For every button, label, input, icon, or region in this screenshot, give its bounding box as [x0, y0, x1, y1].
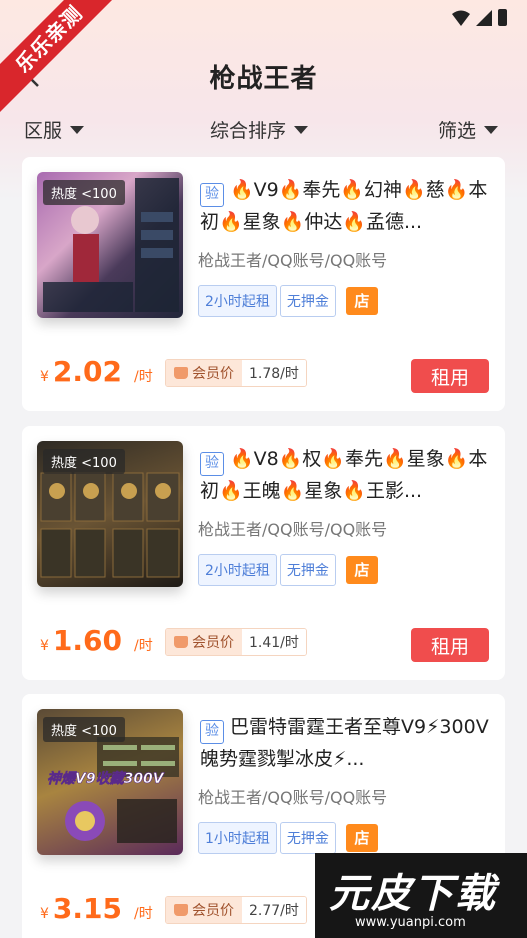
- member-price: 会员价 2.77/时: [165, 896, 307, 924]
- status-icons: [452, 9, 507, 26]
- listing-title[interactable]: 验巴雷特雷霆王者至尊V9⚡300V魄势霆戮掣冰皮⚡...: [200, 712, 492, 774]
- currency-symbol: ¥: [40, 369, 49, 385]
- watermark-url: www.yuanpi.com: [355, 915, 466, 930]
- verified-icon: 验: [200, 183, 224, 207]
- listing-category: 枪战王者/QQ账号/QQ账号: [198, 251, 388, 270]
- member-label-text: 会员价: [192, 903, 234, 919]
- thumbnail-caption: 神爆V9收藏300V: [47, 770, 165, 787]
- listing-title-text: 🔥V8🔥权🔥奉先🔥星象🔥本初🔥王魄🔥星象🔥王影...: [200, 448, 488, 502]
- listing-price: ¥ 3.15 /时: [40, 892, 153, 925]
- listing-title-text: 巴雷特雷霆王者至尊V9⚡300V魄势霆戮掣冰皮⚡...: [200, 716, 489, 770]
- listing-tags: 2小时起租 无押金 店: [198, 285, 378, 317]
- listing-category: 枪战王者/QQ账号/QQ账号: [198, 788, 388, 807]
- tag-min-rent: 2小时起租: [198, 285, 277, 317]
- heat-badge: 热度 <100: [43, 717, 125, 742]
- listing-title[interactable]: 验 🔥V8🔥权🔥奉先🔥星象🔥本初🔥王魄🔥星象🔥王影...: [200, 444, 492, 506]
- tag-min-rent: 2小时起租: [198, 554, 277, 586]
- caret-down-icon: [70, 125, 85, 134]
- price-unit: /时: [134, 638, 153, 654]
- listing-card[interactable]: 热度 <100 验 🔥V9🔥奉先🔥幻神🔥慈🔥本初🔥星象🔥仲达🔥孟德... 枪战王者…: [22, 157, 505, 411]
- wifi-icon: [452, 10, 470, 26]
- watermark-text: 元皮下载: [329, 871, 497, 917]
- battery-icon: [498, 9, 507, 26]
- listing-tags: 1小时起租 无押金 店: [198, 822, 378, 854]
- currency-symbol: ¥: [40, 906, 49, 922]
- rent-button[interactable]: 租用: [411, 628, 489, 662]
- filter-sort[interactable]: 综合排序: [210, 116, 309, 143]
- price-unit: /时: [134, 906, 153, 922]
- listing-thumbnail: 神爆V9收藏300V 热度 <100: [37, 709, 183, 855]
- member-price: 会员价 1.78/时: [165, 359, 307, 387]
- filter-screen[interactable]: 筛选: [438, 116, 499, 143]
- filter-server-label: 区服: [24, 120, 63, 142]
- filter-server[interactable]: 区服: [24, 116, 85, 143]
- heat-badge: 热度 <100: [43, 180, 125, 205]
- listing-thumbnail: 热度 <100: [37, 441, 183, 587]
- verified-icon: 验: [200, 720, 224, 744]
- member-price-value: 2.77/时: [242, 897, 306, 923]
- shop-badge[interactable]: 店: [345, 287, 378, 315]
- page-title: 枪战王者: [209, 64, 318, 94]
- price-value: 1.60: [52, 624, 123, 657]
- member-price-value: 1.78/时: [242, 360, 306, 386]
- listing-price: ¥ 2.02 /时: [40, 355, 153, 388]
- member-price-value: 1.41/时: [242, 629, 306, 655]
- tag-no-deposit: 无押金: [279, 285, 336, 317]
- listing-title[interactable]: 验 🔥V9🔥奉先🔥幻神🔥慈🔥本初🔥星象🔥仲达🔥孟德...: [200, 175, 492, 237]
- filter-sort-label: 综合排序: [210, 120, 287, 142]
- caret-down-icon: [484, 125, 499, 134]
- shop-badge[interactable]: 店: [345, 556, 378, 584]
- tag-no-deposit: 无押金: [279, 822, 336, 854]
- crown-icon: [174, 636, 188, 648]
- rent-button[interactable]: 租用: [411, 359, 489, 393]
- signal-icon: [476, 10, 492, 26]
- verified-icon: 验: [200, 452, 224, 476]
- member-label-text: 会员价: [192, 366, 234, 382]
- tag-no-deposit: 无押金: [279, 554, 336, 586]
- tag-min-rent: 1小时起租: [198, 822, 277, 854]
- member-label: 会员价: [166, 360, 242, 386]
- watermark-logo: 元皮下载 www.yuanpi.com: [315, 853, 527, 938]
- currency-symbol: ¥: [40, 638, 49, 654]
- listing-card[interactable]: 热度 <100 验 🔥V8🔥权🔥奉先🔥星象🔥本初🔥王魄🔥星象🔥王影... 枪战王者…: [22, 426, 505, 680]
- price-value: 2.02: [52, 355, 123, 388]
- crown-icon: [174, 367, 188, 379]
- member-price: 会员价 1.41/时: [165, 628, 307, 656]
- listing-thumbnail: 热度 <100: [37, 172, 183, 318]
- filter-screen-label: 筛选: [438, 120, 477, 142]
- listing-tags: 2小时起租 无押金 店: [198, 554, 378, 586]
- shop-badge[interactable]: 店: [345, 824, 378, 852]
- caret-down-icon: [294, 125, 309, 134]
- listing-price: ¥ 1.60 /时: [40, 624, 153, 657]
- member-label: 会员价: [166, 897, 242, 923]
- listing-title-text: 🔥V9🔥奉先🔥幻神🔥慈🔥本初🔥星象🔥仲达🔥孟德...: [200, 179, 488, 233]
- heat-badge: 热度 <100: [43, 449, 125, 474]
- member-label: 会员价: [166, 629, 242, 655]
- listing-category: 枪战王者/QQ账号/QQ账号: [198, 520, 388, 539]
- price-unit: /时: [134, 369, 153, 385]
- crown-icon: [174, 904, 188, 916]
- price-value: 3.15: [52, 892, 123, 925]
- member-label-text: 会员价: [192, 635, 234, 651]
